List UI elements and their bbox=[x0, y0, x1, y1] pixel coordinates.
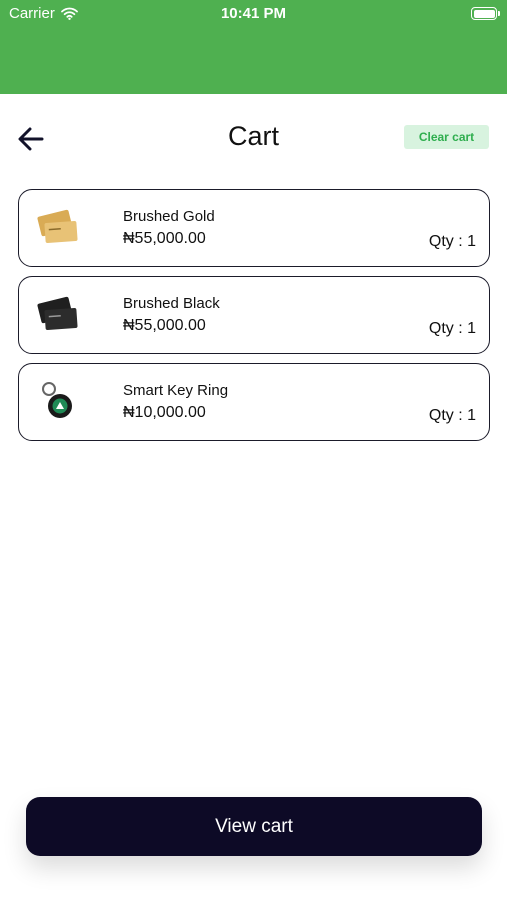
nav-bar: Cart Clear cart bbox=[0, 94, 507, 184]
clear-cart-button[interactable]: Clear cart bbox=[404, 125, 489, 149]
cart-item[interactable]: Smart Key Ring ₦10,000.00 Qty : 1 bbox=[18, 363, 490, 441]
gold-card-icon bbox=[35, 204, 83, 252]
item-price: ₦55,000.00 bbox=[123, 230, 206, 247]
item-qty: Qty : 1 bbox=[428, 407, 476, 424]
cart-item[interactable]: Brushed Black ₦55,000.00 Qty : 1 bbox=[18, 276, 490, 354]
item-qty: Qty : 1 bbox=[428, 320, 476, 337]
status-bar: Carrier 10:41 PM bbox=[0, 0, 507, 28]
item-name: Brushed Gold bbox=[123, 208, 215, 225]
view-cart-button[interactable]: View cart bbox=[26, 797, 482, 856]
item-price: ₦10,000.00 bbox=[123, 404, 206, 421]
item-qty: Qty : 1 bbox=[428, 233, 476, 250]
cart-list: Brushed Gold ₦55,000.00 Qty : 1 Brushed … bbox=[18, 189, 490, 450]
item-name: Smart Key Ring bbox=[123, 382, 229, 399]
black-card-icon bbox=[35, 291, 83, 339]
item-name: Brushed Black bbox=[123, 295, 220, 312]
cart-item[interactable]: Brushed Gold ₦55,000.00 Qty : 1 bbox=[18, 189, 490, 267]
key-ring-icon bbox=[35, 378, 83, 426]
item-price: ₦55,000.00 bbox=[123, 317, 206, 334]
battery-icon bbox=[471, 7, 500, 20]
green-header: Carrier 10:41 PM bbox=[0, 0, 507, 94]
status-time: 10:41 PM bbox=[220, 5, 287, 22]
